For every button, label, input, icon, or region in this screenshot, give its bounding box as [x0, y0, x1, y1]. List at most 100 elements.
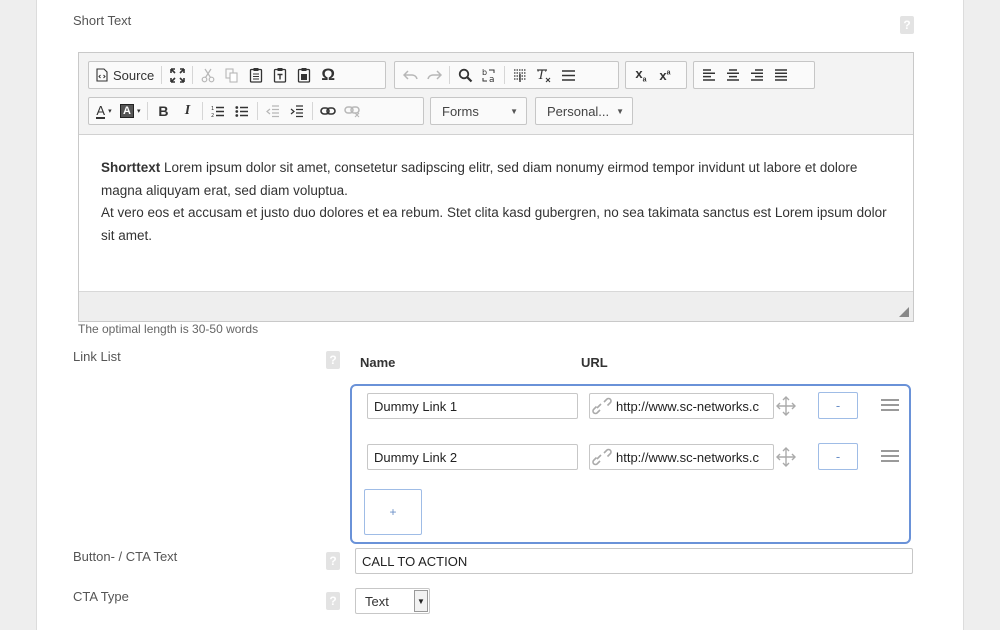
move-icon[interactable]: [776, 396, 796, 416]
special-char-button[interactable]: Ω: [316, 64, 340, 86]
unlink-icon: [344, 105, 360, 117]
link-list-label: Link List: [73, 349, 121, 364]
column-header-name: Name: [360, 355, 396, 370]
cta-type-select[interactable]: Text ▼: [355, 588, 430, 614]
toolbar-separator: [161, 66, 163, 84]
background-color-button[interactable]: A ▾: [116, 100, 144, 122]
link-list-container: Dummy Link 1 http://www.sc-networks.c - …: [350, 384, 911, 544]
cta-type-label: CTA Type: [73, 589, 129, 604]
short-text-help-icon[interactable]: ?: [900, 16, 914, 34]
link-url-input-2[interactable]: http://www.sc-networks.c: [589, 444, 774, 470]
toolbar-group-align: [693, 61, 815, 89]
rich-text-editor: Source Ω b a T xa xa A ▾ A ▾ B I 1 2 For…: [78, 52, 914, 322]
toolbar-separator: [312, 102, 314, 120]
paste-button[interactable]: [244, 64, 268, 86]
remove-link-button-2[interactable]: -: [818, 443, 858, 470]
replace-icon: ba: [482, 68, 495, 84]
svg-text:a: a: [489, 75, 495, 84]
bold-icon: B: [158, 103, 169, 119]
cta-type-value: Text: [365, 593, 389, 609]
numbered-list-icon: 12: [211, 106, 225, 118]
background-color-icon: A: [120, 104, 134, 118]
outdent-button[interactable]: [261, 100, 285, 122]
indent-button[interactable]: [285, 100, 309, 122]
justify-icon: [775, 69, 787, 81]
drag-handle-icon[interactable]: [881, 450, 899, 464]
italic-button[interactable]: I: [175, 100, 199, 122]
personal-dropdown[interactable]: Personal... ▼: [535, 97, 633, 125]
cta-text-help-icon[interactable]: ?: [326, 552, 340, 570]
italic-icon: I: [184, 103, 191, 118]
scissors-icon: [201, 68, 215, 82]
redo-button[interactable]: [422, 64, 446, 86]
link-url-input-1[interactable]: http://www.sc-networks.c: [589, 393, 774, 419]
add-link-button[interactable]: +: [364, 489, 422, 535]
toolbar-separator: [202, 102, 204, 120]
justify-button[interactable]: [769, 64, 793, 86]
chain-link-icon: [592, 397, 612, 415]
align-left-button[interactable]: [697, 64, 721, 86]
find-button[interactable]: [453, 64, 477, 86]
source-icon: [96, 68, 108, 82]
bulleted-list-button[interactable]: [230, 100, 254, 122]
toolbar-separator: [192, 66, 194, 84]
editor-status-bar: [79, 291, 913, 321]
content-paragraph-1: Shorttext Lorem ipsum dolor sit amet, co…: [101, 157, 901, 202]
toolbar-separator: [504, 66, 505, 84]
chevron-down-icon: ▼: [616, 106, 624, 116]
source-button[interactable]: Source: [92, 64, 158, 86]
link-name-input-2[interactable]: Dummy Link 2: [367, 444, 578, 470]
numbered-list-button[interactable]: 12: [206, 100, 230, 122]
subscript-button[interactable]: xa: [629, 64, 653, 86]
toolbar-group-edit: ba T: [394, 61, 619, 89]
editor-content[interactable]: Shorttext Lorem ipsum dolor sit amet, co…: [101, 157, 901, 247]
editor-toolbar: Source Ω b a T xa xa A ▾ A ▾ B I 1 2 For…: [79, 53, 913, 135]
move-icon[interactable]: [776, 447, 796, 467]
select-all-button[interactable]: [508, 64, 532, 86]
toolbar-group-document: Source Ω: [88, 61, 386, 89]
short-text-label: Short Text: [73, 13, 132, 28]
search-icon: [458, 68, 472, 82]
content-paragraph-1-text: Lorem ipsum dolor sit amet, consetetur s…: [101, 160, 858, 198]
forms-dropdown[interactable]: Forms ▼: [430, 97, 527, 125]
superscript-button[interactable]: xa: [653, 64, 677, 86]
cta-type-help-icon[interactable]: ?: [326, 592, 340, 610]
toolbar-separator: [147, 102, 149, 120]
copy-button[interactable]: [220, 64, 244, 86]
align-center-button[interactable]: [721, 64, 745, 86]
cta-text-input[interactable]: CALL TO ACTION: [355, 548, 913, 574]
link-button[interactable]: [316, 100, 340, 122]
superscript-icon: xa: [659, 67, 671, 83]
paste-word-button[interactable]: [292, 64, 316, 86]
maximize-button[interactable]: [165, 64, 189, 86]
personal-dropdown-label: Personal...: [547, 103, 610, 119]
copy-icon: [225, 67, 238, 83]
indent-icon: [291, 104, 304, 117]
remove-link-button-1[interactable]: -: [818, 392, 858, 419]
replace-button[interactable]: ba: [477, 64, 501, 86]
text-color-button[interactable]: A ▾: [92, 100, 116, 122]
drag-handle-icon[interactable]: [881, 399, 899, 413]
link-list-help-icon[interactable]: ?: [326, 351, 340, 369]
align-right-button[interactable]: [745, 64, 769, 86]
bold-button[interactable]: B: [151, 100, 175, 122]
unlink-button[interactable]: [340, 100, 364, 122]
undo-button[interactable]: [398, 64, 422, 86]
svg-text:1: 1: [211, 106, 214, 112]
chevron-down-icon: ▼: [414, 590, 428, 612]
chevron-down-icon: ▾: [136, 108, 141, 115]
subscript-icon: xa: [635, 66, 647, 84]
content-paragraph-2: At vero eos et accusam et justo duo dolo…: [101, 205, 887, 243]
cut-button[interactable]: [196, 64, 220, 86]
remove-format-button[interactable]: T: [532, 64, 556, 86]
link-name-input-1[interactable]: Dummy Link 1: [367, 393, 578, 419]
svg-text:2: 2: [211, 113, 214, 118]
short-text-hint: The optimal length is 30-50 words: [78, 322, 259, 336]
toolbar-separator: [257, 102, 259, 120]
resize-handle-icon[interactable]: [899, 307, 909, 317]
svg-text:b: b: [482, 68, 487, 77]
horizontal-rule-button[interactable]: [556, 64, 580, 86]
paste-text-button[interactable]: [268, 64, 292, 86]
content-bold-word: Shorttext: [101, 160, 161, 175]
omega-icon: Ω: [321, 65, 336, 84]
